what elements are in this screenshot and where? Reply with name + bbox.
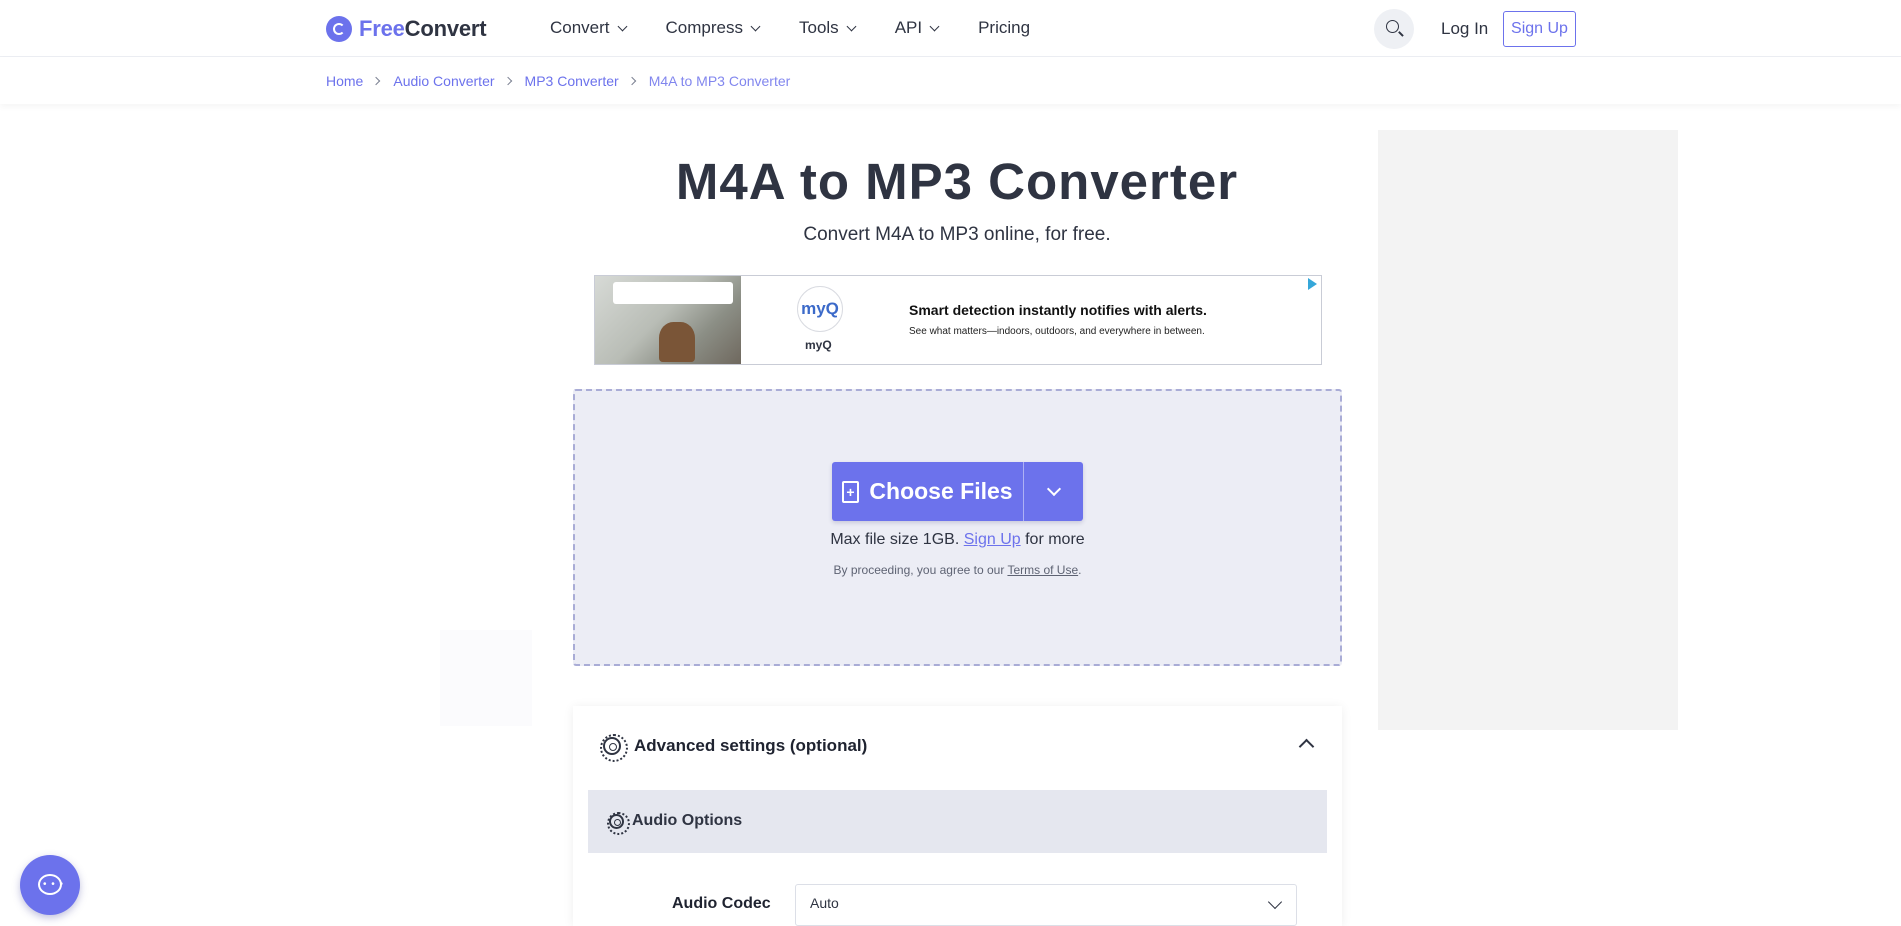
login-link[interactable]: Log In xyxy=(1441,19,1488,39)
audio-options-section[interactable]: Audio Options xyxy=(588,790,1327,853)
chevron-down-icon xyxy=(846,21,857,31)
audio-codec-select[interactable]: Auto xyxy=(795,884,1297,926)
advanced-settings-header[interactable]: Advanced settings (optional) xyxy=(600,734,868,762)
breadcrumb-home[interactable]: Home xyxy=(326,73,363,89)
site-header: FreeConvert Convert Compress Tools API P… xyxy=(0,0,1901,57)
chat-button[interactable]: • • • xyxy=(20,855,80,915)
breadcrumb-audio-converter[interactable]: Audio Converter xyxy=(393,73,494,89)
ad-headline: Smart detection instantly notifies with … xyxy=(909,302,1207,318)
chevron-down-icon xyxy=(617,21,627,31)
ad-choices-icon[interactable] xyxy=(1308,278,1317,290)
chevron-down-icon xyxy=(1046,481,1061,497)
terms-note: By proceeding, you agree to our Terms of… xyxy=(833,563,1082,577)
nav-compress[interactable]: Compress xyxy=(666,18,761,38)
signup-button[interactable]: Sign Up xyxy=(1503,11,1576,47)
sidebar-ad xyxy=(1378,130,1678,730)
ad-body: See what matters—indoors, outdoors, and … xyxy=(909,326,1205,337)
audio-options-title: Audio Options xyxy=(632,812,743,829)
gear-icon xyxy=(607,812,630,835)
file-add-icon xyxy=(842,480,860,503)
ad-brand: myQ xyxy=(805,338,832,352)
logo[interactable]: FreeConvert xyxy=(326,16,487,42)
ad-image xyxy=(595,276,741,364)
nav-api[interactable]: API xyxy=(895,18,940,38)
chevron-down-icon xyxy=(929,21,940,31)
nav-convert[interactable]: Convert xyxy=(550,18,627,38)
main-nav: Convert Compress Tools API Pricing xyxy=(550,18,1070,38)
breadcrumb-bar: Home Audio Converter MP3 Converter M4A t… xyxy=(0,57,1901,104)
chevron-down-icon xyxy=(1267,894,1283,910)
advanced-settings-panel: Advanced settings (optional) Audio Optio… xyxy=(573,706,1342,926)
nav-tools[interactable]: Tools xyxy=(799,18,857,38)
page-title: M4A to MP3 Converter xyxy=(675,153,1239,210)
page-subtitle: Convert M4A to MP3 online, for free. xyxy=(803,224,1111,245)
choose-files-button[interactable]: Choose Files xyxy=(832,462,1023,521)
logo-text: FreeConvert xyxy=(359,16,487,41)
ad-banner[interactable]: myQ myQ Smart detection instantly notifi… xyxy=(594,275,1322,365)
choose-files-label: Choose Files xyxy=(869,478,1013,504)
ad-logo: myQ xyxy=(797,286,843,332)
breadcrumb-current: M4A to MP3 Converter xyxy=(648,73,791,89)
breadcrumb: Home Audio Converter MP3 Converter M4A t… xyxy=(326,73,790,89)
audio-codec-value: Auto xyxy=(810,895,839,911)
breadcrumb-mp3-converter[interactable]: MP3 Converter xyxy=(525,73,619,89)
signup-link[interactable]: Sign Up xyxy=(964,531,1021,548)
search-button[interactable] xyxy=(1374,9,1414,49)
gear-icon xyxy=(600,734,628,762)
ad-placeholder xyxy=(440,630,532,726)
upload-source-dropdown[interactable] xyxy=(1023,462,1083,521)
nav-pricing[interactable]: Pricing xyxy=(978,18,1030,38)
chevron-right-icon xyxy=(503,76,512,86)
logo-icon xyxy=(326,16,352,42)
chevron-right-icon xyxy=(372,76,381,86)
chevron-up-icon[interactable] xyxy=(1298,738,1315,755)
file-dropzone[interactable] xyxy=(573,389,1342,666)
advanced-settings-title: Advanced settings (optional) xyxy=(634,736,868,755)
terms-link[interactable]: Terms of Use xyxy=(1007,563,1078,577)
choose-files-button-group: Choose Files xyxy=(832,462,1083,521)
max-file-size-note: Max file size 1GB. Sign Up for more xyxy=(830,531,1085,548)
chevron-down-icon xyxy=(750,21,761,31)
chevron-right-icon xyxy=(627,76,636,86)
audio-codec-label: Audio Codec xyxy=(672,895,771,912)
